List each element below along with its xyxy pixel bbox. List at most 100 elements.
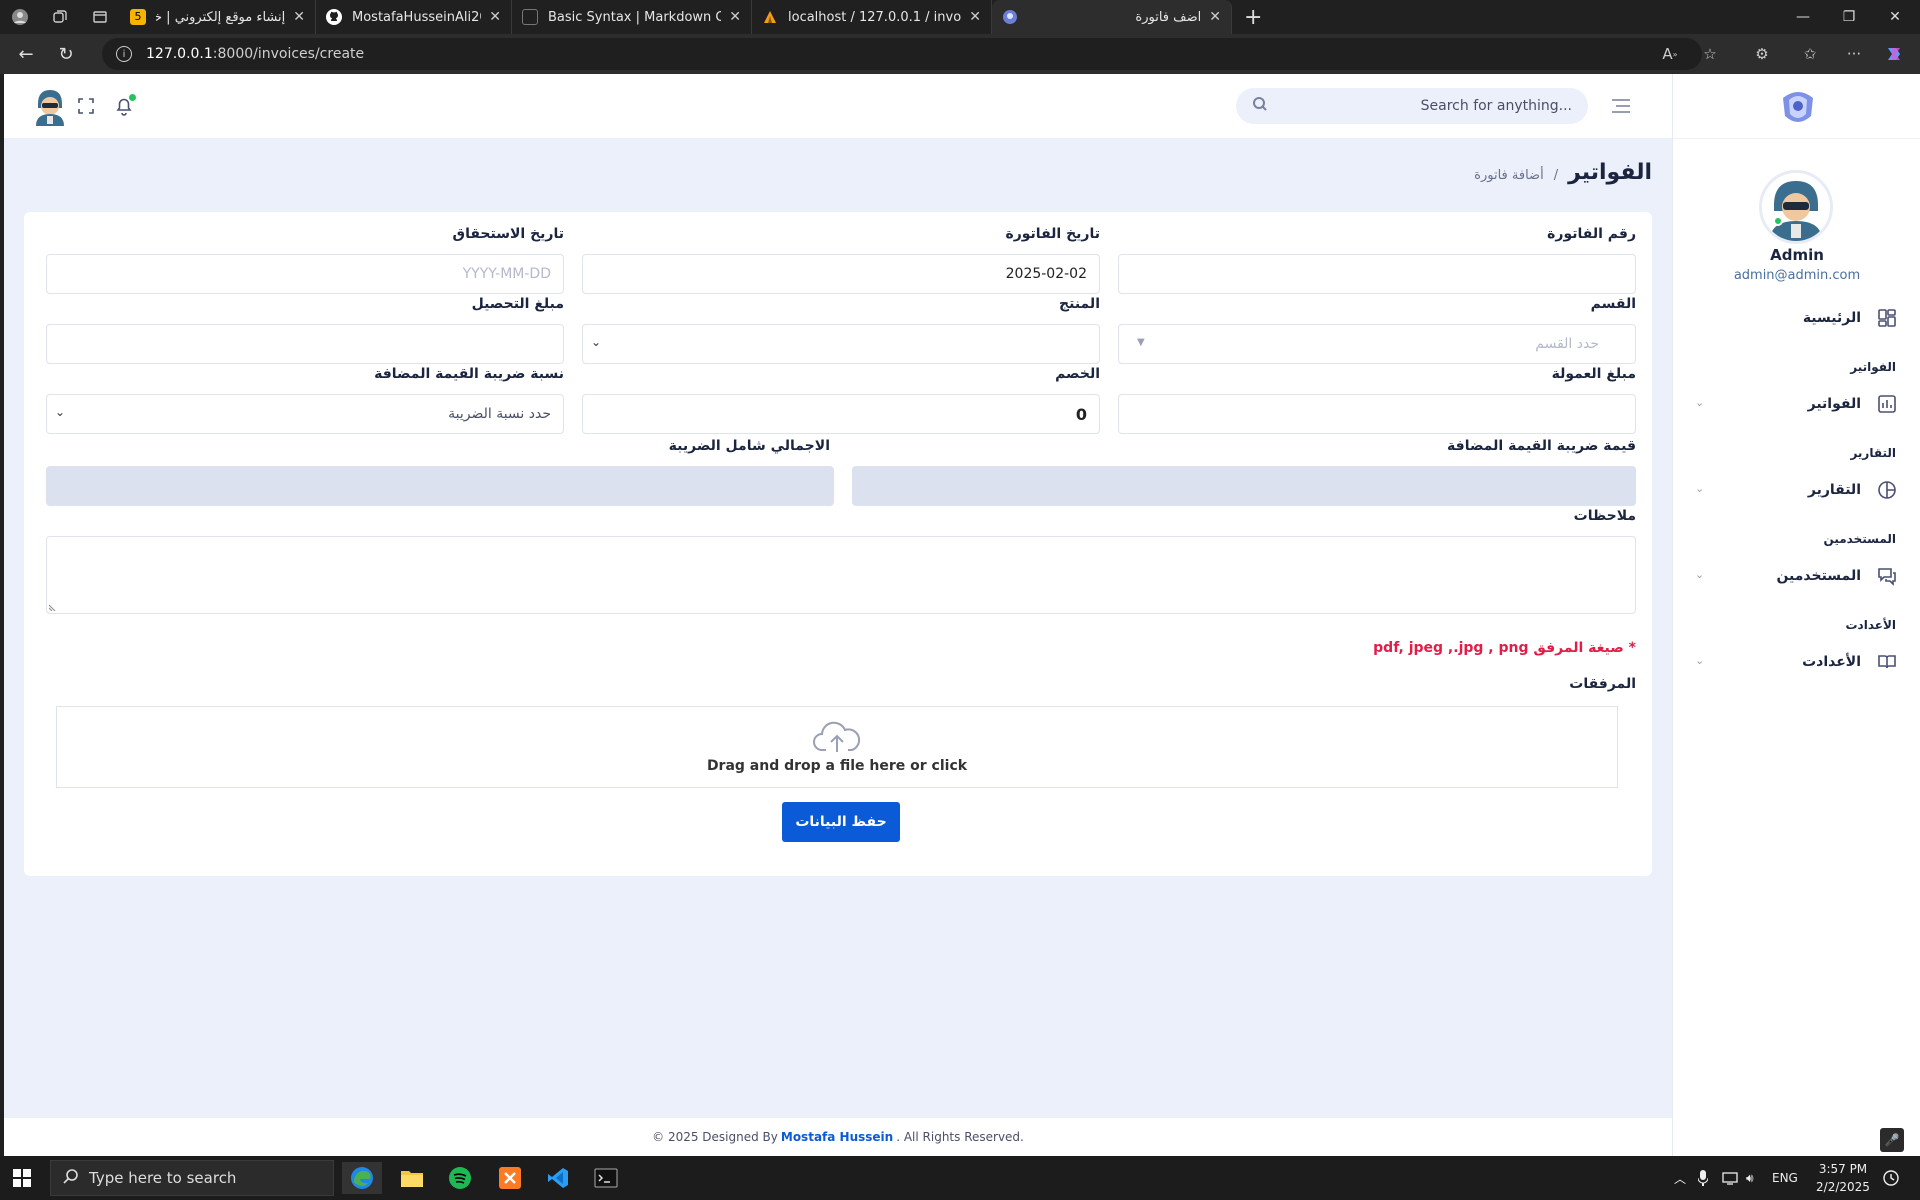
- invoice-form-card: رقم الفاتورة تاريخ الفاتورة تاريخ الاستح…: [24, 212, 1652, 876]
- product-label: المنتج: [1059, 296, 1100, 312]
- chevron-down-icon: ⌄: [1695, 396, 1705, 409]
- url-field[interactable]: i 127.0.0.1 :8000/invoices/create: [102, 38, 1702, 70]
- copilot-icon[interactable]: [1876, 38, 1912, 70]
- back-icon[interactable]: ←: [8, 38, 44, 70]
- tray-chevron-icon[interactable]: ︿: [1674, 1156, 1686, 1200]
- invoice-number-field[interactable]: [1118, 254, 1636, 294]
- taskbar-clock[interactable]: 3:57 PM 2/2/2025: [1806, 1160, 1880, 1196]
- discount-label: الخصم: [1055, 366, 1100, 382]
- commission-amount-field[interactable]: [1118, 394, 1636, 434]
- extensions-icon[interactable]: ⚙: [1744, 38, 1780, 70]
- product-select[interactable]: ⌄: [582, 324, 1100, 364]
- footer: © 2025 Designed By Mostafa Hussein . All…: [4, 1118, 1672, 1156]
- clock-time: 3:57 PM: [1818, 1162, 1868, 1176]
- more-icon[interactable]: ···: [1836, 38, 1872, 70]
- sidebar-item-settings[interactable]: الأعدادت ⌄: [1673, 650, 1920, 674]
- volume-icon[interactable]: 🔊︎: [1746, 1156, 1754, 1200]
- fullscreen-icon[interactable]: [74, 94, 98, 118]
- github-icon: [326, 9, 342, 25]
- discount-field[interactable]: 0: [582, 394, 1100, 434]
- browser-tab-1[interactable]: MostafaHusseinAli20/invoices_ap ✕: [316, 0, 512, 34]
- sidebar-category-invoices: الفواتير: [1850, 360, 1896, 374]
- search-icon[interactable]: [1252, 96, 1268, 116]
- microphone-icon[interactable]: [1698, 1156, 1708, 1200]
- workspaces-icon[interactable]: [40, 0, 80, 34]
- notes-textarea[interactable]: [46, 536, 1636, 614]
- minimize-icon[interactable]: —: [1780, 0, 1826, 34]
- info-icon[interactable]: i: [116, 46, 132, 62]
- user-avatar[interactable]: [30, 86, 70, 126]
- notification-center-icon[interactable]: [1882, 1156, 1900, 1200]
- favorite-star-icon[interactable]: ☆: [1692, 38, 1728, 70]
- resize-handle-icon[interactable]: [49, 603, 57, 611]
- cloud-upload-icon: [813, 721, 861, 752]
- menu-toggle-icon[interactable]: [1610, 96, 1632, 116]
- file-dropzone[interactable]: Drag and drop a file here or click: [56, 706, 1618, 788]
- sidebar-item-label: الفواتير: [1807, 396, 1861, 412]
- tab-title: Basic Syntax | Markdown Guide: [548, 9, 722, 25]
- close-tab-icon[interactable]: ✕: [293, 9, 305, 25]
- browser-tab-3[interactable]: localhost / 127.0.0.1 / invoices_sy ✕: [752, 0, 992, 34]
- file-explorer-icon[interactable]: [392, 1162, 432, 1194]
- search-input[interactable]: [1268, 98, 1572, 114]
- url-host: 127.0.0.1: [146, 46, 213, 62]
- invoice-date-label: تاريخ الفاتورة: [1005, 226, 1100, 242]
- browser-tab-0[interactable]: 5 إنشاء موقع إلكتروني | خدمات برمجة ✕: [120, 0, 316, 34]
- sidebar-item-reports[interactable]: التقارير ⌄: [1673, 478, 1920, 502]
- close-tab-icon[interactable]: ✕: [729, 9, 741, 25]
- footer-brand-link[interactable]: Mostafa Hussein: [781, 1130, 893, 1144]
- taskbar-search[interactable]: Type here to search: [50, 1160, 334, 1196]
- close-tab-icon[interactable]: ✕: [969, 9, 981, 25]
- read-aloud-icon[interactable]: A»: [1652, 38, 1688, 70]
- chevron-down-icon: ⌄: [1695, 568, 1705, 581]
- collection-amount-field[interactable]: [46, 324, 564, 364]
- vscode-icon[interactable]: [538, 1162, 578, 1194]
- sidebar-item-invoices[interactable]: الفواتير ⌄: [1673, 392, 1920, 416]
- sidebar-item-users[interactable]: المستخدمين ⌄: [1673, 564, 1920, 588]
- network-icon[interactable]: [1722, 1156, 1738, 1200]
- chevron-down-icon: ⌄: [1695, 482, 1705, 495]
- close-tab-icon[interactable]: ✕: [1209, 9, 1221, 25]
- voice-typing-icon[interactable]: 🎤: [1880, 1128, 1904, 1152]
- language-indicator[interactable]: ENG: [1772, 1156, 1798, 1200]
- attachments-label: المرفقات: [1569, 676, 1636, 692]
- spotify-icon[interactable]: [440, 1162, 480, 1194]
- section-placeholder: حدد القسم: [1535, 336, 1599, 352]
- favorites-icon[interactable]: ✩: [1792, 38, 1828, 70]
- windows-taskbar: Type here to search ︿ 🔊︎ ENG 3:57 PM 2/2…: [0, 1156, 1920, 1200]
- commission-amount-label: مبلغ العمولة: [1551, 366, 1636, 382]
- browser-tab-2[interactable]: Basic Syntax | Markdown Guide ✕: [512, 0, 752, 34]
- due-date-label: تاريخ الاستحقاق: [452, 226, 564, 242]
- sidebar-item-label: التقارير: [1807, 482, 1861, 498]
- browser-tab-4[interactable]: اضف فاتورة ✕: [992, 0, 1232, 34]
- close-window-icon[interactable]: ✕: [1872, 0, 1918, 34]
- taskbar-search-placeholder: Type here to search: [89, 1169, 237, 1187]
- notification-dot: [129, 94, 136, 101]
- notes-label: ملاحظات: [1573, 508, 1636, 524]
- windows-start-icon[interactable]: [2, 1162, 42, 1194]
- discount-value: 0: [1075, 404, 1087, 424]
- edge-app-icon[interactable]: [342, 1162, 382, 1194]
- section-select[interactable]: حدد القسم ▼: [1118, 324, 1636, 364]
- dropzone-text: Drag and drop a file here or click: [706, 758, 968, 774]
- restore-icon[interactable]: ❐: [1826, 0, 1872, 34]
- invoice-date-field[interactable]: 2025-02-02: [582, 254, 1100, 294]
- profile-avatar[interactable]: [1759, 170, 1833, 244]
- notifications-bell-icon[interactable]: [112, 94, 136, 118]
- due-date-field[interactable]: YYYY-MM-DD: [46, 254, 564, 294]
- refresh-icon[interactable]: ↻: [48, 38, 84, 70]
- terminal-icon[interactable]: [586, 1162, 626, 1194]
- new-tab-button[interactable]: +: [1232, 5, 1274, 30]
- tab-actions-icon[interactable]: [80, 0, 120, 34]
- profile-icon[interactable]: [0, 0, 40, 34]
- app-logo[interactable]: [1777, 86, 1819, 128]
- chat-icon: [1877, 566, 1897, 586]
- chevron-down-icon: ⌄: [591, 335, 602, 349]
- vat-rate-select[interactable]: حدد نسبة الضريبة ⌄: [46, 394, 564, 434]
- xampp-icon[interactable]: [490, 1162, 530, 1194]
- vat-value-label: قيمة ضريبة القيمة المضافة: [1447, 438, 1636, 454]
- save-button[interactable]: حفظ البيانات: [782, 802, 900, 842]
- close-tab-icon[interactable]: ✕: [489, 9, 501, 25]
- search-icon: [63, 1168, 79, 1188]
- sidebar-item-home[interactable]: الرئيسية: [1673, 306, 1920, 330]
